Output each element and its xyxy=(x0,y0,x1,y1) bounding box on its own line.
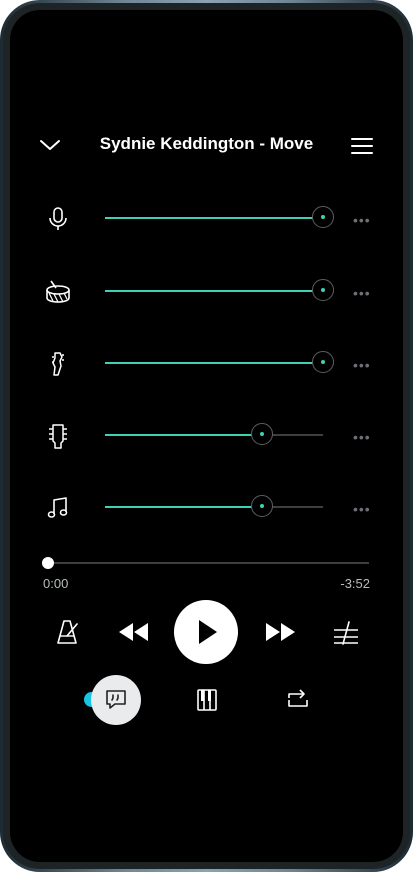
app-screen: Sydnie Keddington - Move ••• ••• ••• •••… xyxy=(10,10,403,862)
chords-icon[interactable] xyxy=(196,688,218,712)
loop-icon[interactable] xyxy=(285,688,311,712)
guitar-headstock-icon xyxy=(49,424,67,449)
volume-slider-bass[interactable] xyxy=(105,351,334,373)
volume-thumb[interactable] xyxy=(250,423,273,445)
volume-thumb[interactable] xyxy=(250,495,273,517)
menu-icon[interactable] xyxy=(351,137,373,155)
more-options-icon[interactable]: ••• xyxy=(353,357,371,373)
progress-knob[interactable] xyxy=(42,557,54,569)
track-row-drums: ••• xyxy=(10,271,403,311)
device-frame: Sydnie Keddington - Move ••• ••• ••• •••… xyxy=(0,0,413,872)
play-icon xyxy=(199,620,217,644)
more-options-icon[interactable]: ••• xyxy=(353,285,371,301)
volume-fill xyxy=(105,290,323,292)
volume-thumb[interactable] xyxy=(312,351,334,373)
more-options-icon[interactable]: ••• xyxy=(353,429,371,445)
volume-fill xyxy=(105,434,262,436)
volume-slider-drums[interactable] xyxy=(105,279,334,301)
volume-slider-other[interactable] xyxy=(105,495,323,517)
track-row-vocals: ••• xyxy=(10,198,403,238)
music-note-icon xyxy=(47,497,68,518)
drum-icon xyxy=(46,280,70,303)
more-options-icon[interactable]: ••• xyxy=(353,212,371,228)
volume-thumb[interactable] xyxy=(312,206,334,228)
rewind-icon[interactable] xyxy=(118,622,150,642)
track-row-bass: ••• xyxy=(10,343,403,383)
metronome-icon[interactable] xyxy=(56,619,80,645)
volume-fill xyxy=(105,362,323,364)
remaining-time: -3:52 xyxy=(340,576,370,591)
volume-thumb[interactable] xyxy=(312,279,334,301)
volume-slider-vocals[interactable] xyxy=(105,206,334,228)
lyrics-button[interactable] xyxy=(91,675,141,725)
playback-progress-bar[interactable] xyxy=(42,557,369,569)
pitch-adjust-icon[interactable] xyxy=(333,621,359,645)
track-row-other: ••• xyxy=(10,487,403,527)
fast-forward-icon[interactable] xyxy=(264,622,296,642)
track-row-guitar: ••• xyxy=(10,415,403,455)
play-button[interactable] xyxy=(174,600,238,664)
volume-fill xyxy=(105,217,323,219)
more-options-icon[interactable]: ••• xyxy=(353,501,371,517)
lyrics-quote-icon xyxy=(106,690,126,709)
collapse-chevron-icon[interactable] xyxy=(39,138,61,152)
microphone-icon xyxy=(49,207,67,230)
volume-slider-guitar[interactable] xyxy=(105,423,323,445)
song-title: Sydnie Keddington - Move xyxy=(99,134,314,153)
elapsed-time: 0:00 xyxy=(43,576,69,591)
volume-fill xyxy=(105,506,262,508)
bass-guitar-icon xyxy=(52,352,64,376)
